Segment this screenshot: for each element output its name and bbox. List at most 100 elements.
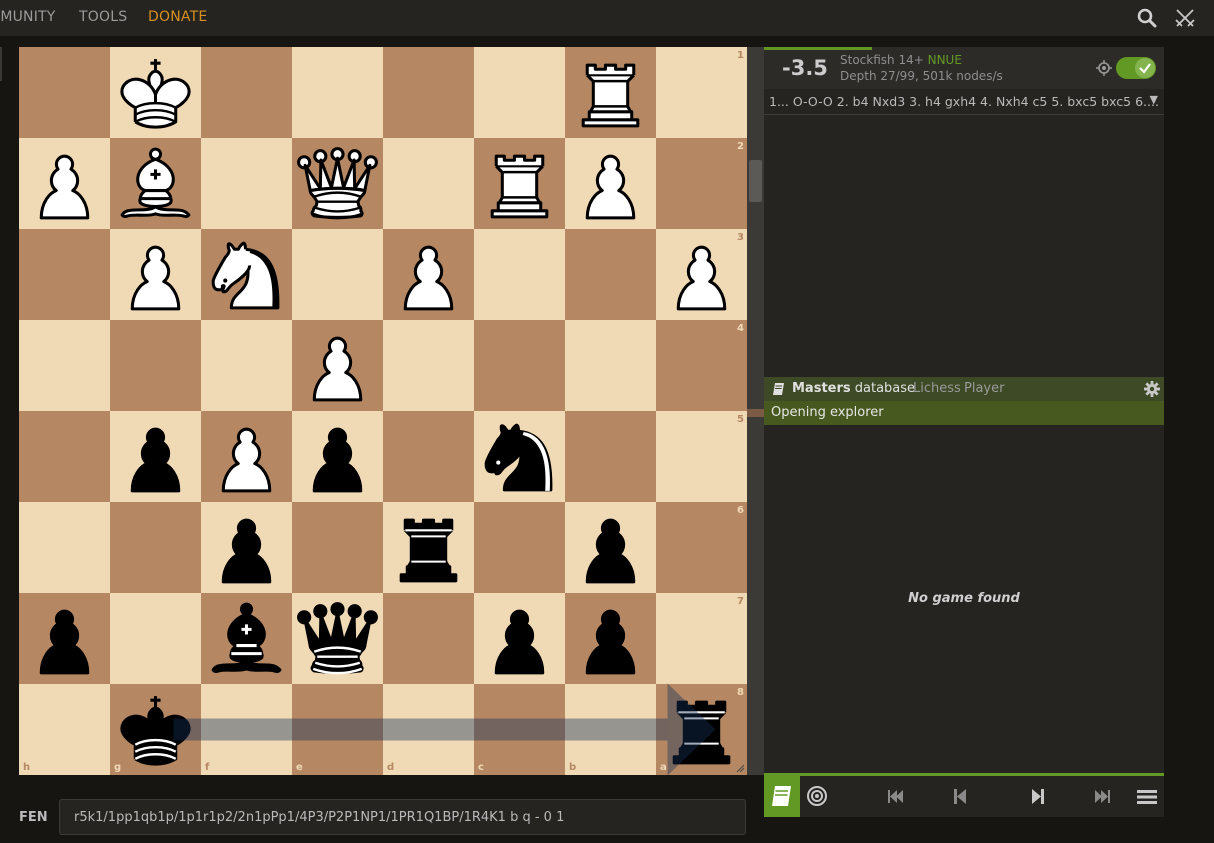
white-pawn-icon[interactable] (656, 229, 747, 320)
nav-community[interactable]: IMUNITY (0, 9, 56, 25)
fen-input[interactable] (59, 799, 746, 835)
square-h1[interactable] (19, 47, 110, 138)
square-h8[interactable]: h (19, 684, 110, 775)
square-f7[interactable] (201, 593, 292, 684)
square-e7[interactable] (292, 593, 383, 684)
engine-toggle[interactable] (1116, 57, 1156, 79)
black-queen-icon[interactable] (292, 593, 383, 684)
white-pawn-icon[interactable] (292, 320, 383, 411)
black-rook-icon[interactable] (383, 502, 474, 593)
square-b7[interactable] (565, 593, 656, 684)
square-a3[interactable]: 3 (656, 229, 747, 320)
square-d4[interactable] (383, 320, 474, 411)
square-f6[interactable] (201, 502, 292, 593)
square-b3[interactable] (565, 229, 656, 320)
square-g3[interactable] (110, 229, 201, 320)
black-rook-icon[interactable] (656, 684, 747, 775)
square-d7[interactable] (383, 593, 474, 684)
square-d1[interactable] (383, 47, 474, 138)
first-move-icon[interactable] (880, 782, 910, 812)
black-king-icon[interactable] (110, 684, 201, 775)
white-pawn-icon[interactable] (383, 229, 474, 320)
last-move-icon[interactable] (1088, 782, 1118, 812)
square-h6[interactable] (19, 502, 110, 593)
square-f8[interactable]: f (201, 684, 292, 775)
tab-lichess[interactable]: Lichess (913, 381, 961, 396)
nav-tools[interactable]: TOOLS (79, 9, 127, 25)
square-c8[interactable]: c (474, 684, 565, 775)
white-knight-icon[interactable] (201, 229, 292, 320)
white-pawn-icon[interactable] (110, 229, 201, 320)
square-g2[interactable] (110, 138, 201, 229)
white-pawn-icon[interactable] (565, 138, 656, 229)
square-e1[interactable] (292, 47, 383, 138)
square-c7[interactable] (474, 593, 565, 684)
white-rook-icon[interactable] (474, 138, 565, 229)
board-scroll-thumb[interactable] (749, 160, 762, 202)
menu-icon[interactable] (1132, 782, 1162, 812)
square-g5[interactable] (110, 411, 201, 502)
square-f4[interactable] (201, 320, 292, 411)
square-f5[interactable] (201, 411, 292, 502)
chess-board[interactable]: 1 2 3 4 5 6 7 h g f e d c b 8 a (19, 47, 747, 775)
square-h2[interactable] (19, 138, 110, 229)
black-pawn-icon[interactable] (110, 411, 201, 502)
square-b1[interactable] (565, 47, 656, 138)
square-e3[interactable] (292, 229, 383, 320)
black-knight-icon[interactable] (474, 411, 565, 502)
prev-move-icon[interactable] (946, 782, 976, 812)
square-b5[interactable] (565, 411, 656, 502)
square-g4[interactable] (110, 320, 201, 411)
next-move-icon[interactable] (1022, 782, 1052, 812)
square-f2[interactable] (201, 138, 292, 229)
square-g8[interactable]: g (110, 684, 201, 775)
tab-masters-database[interactable]: Masters database (792, 381, 915, 396)
square-a1[interactable]: 1 (656, 47, 747, 138)
square-b2[interactable] (565, 138, 656, 229)
square-d2[interactable] (383, 138, 474, 229)
target-icon[interactable] (1096, 60, 1112, 76)
square-a8[interactable]: 8a (656, 684, 747, 775)
gear-icon[interactable] (1144, 381, 1160, 397)
crossed-swords-icon[interactable] (1174, 7, 1196, 29)
black-pawn-icon[interactable] (19, 593, 110, 684)
square-b8[interactable]: b (565, 684, 656, 775)
square-c4[interactable] (474, 320, 565, 411)
square-e2[interactable] (292, 138, 383, 229)
square-f1[interactable] (201, 47, 292, 138)
search-icon[interactable] (1136, 7, 1158, 29)
square-a6[interactable]: 6 (656, 502, 747, 593)
black-pawn-icon[interactable] (201, 502, 292, 593)
square-c2[interactable] (474, 138, 565, 229)
square-h7[interactable] (19, 593, 110, 684)
square-d5[interactable] (383, 411, 474, 502)
square-d3[interactable] (383, 229, 474, 320)
white-rook-icon[interactable] (565, 47, 656, 138)
square-e5[interactable] (292, 411, 383, 502)
square-e4[interactable] (292, 320, 383, 411)
square-f3[interactable] (201, 229, 292, 320)
square-h3[interactable] (19, 229, 110, 320)
black-pawn-icon[interactable] (474, 593, 565, 684)
square-e8[interactable]: e (292, 684, 383, 775)
square-g7[interactable] (110, 593, 201, 684)
square-b6[interactable] (565, 502, 656, 593)
white-bishop-icon[interactable] (110, 138, 201, 229)
white-king-icon[interactable] (110, 47, 201, 138)
pv-expand-toggle[interactable]: ▼ (1150, 93, 1158, 106)
practice-target-icon[interactable] (804, 782, 834, 812)
board-resize-handle[interactable] (735, 763, 745, 773)
square-a5[interactable]: 5 (656, 411, 747, 502)
square-c3[interactable] (474, 229, 565, 320)
square-d6[interactable] (383, 502, 474, 593)
explorer-toggle-button[interactable] (764, 776, 800, 817)
square-e6[interactable] (292, 502, 383, 593)
black-pawn-icon[interactable] (292, 411, 383, 502)
square-c6[interactable] (474, 502, 565, 593)
tab-player[interactable]: Player (964, 381, 1004, 396)
pv-moves[interactable]: 1... O-O-O 2. b4 Nxd3 3. h4 gxh4 4. Nxh4… (769, 94, 1159, 109)
white-pawn-icon[interactable] (19, 138, 110, 229)
black-pawn-icon[interactable] (565, 593, 656, 684)
white-pawn-icon[interactable] (201, 411, 292, 502)
black-pawn-icon[interactable] (565, 502, 656, 593)
